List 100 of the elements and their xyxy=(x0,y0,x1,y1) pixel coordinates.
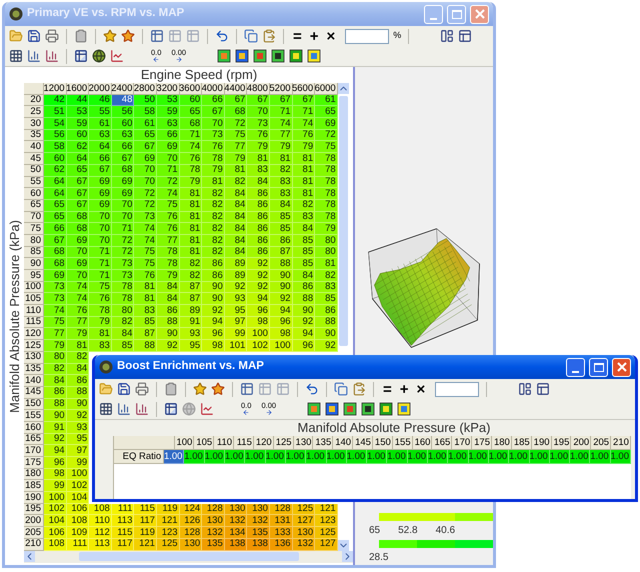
table-cell[interactable]: 132 xyxy=(247,515,270,528)
table-cell[interactable]: 86 xyxy=(66,375,90,387)
heatmap-icon[interactable] xyxy=(235,49,250,63)
table-cell[interactable]: 64 xyxy=(44,188,67,200)
table-cell[interactable]: 92 xyxy=(66,410,90,422)
operator-button[interactable]: × xyxy=(324,28,338,44)
table-cell[interactable]: 109 xyxy=(66,527,90,539)
table-cell[interactable]: 75 xyxy=(134,246,157,258)
table-cell[interactable]: 70 xyxy=(202,118,225,130)
table-cell[interactable]: 84 xyxy=(292,223,316,235)
printer-icon[interactable] xyxy=(135,382,149,396)
table-cell[interactable]: 76 xyxy=(66,305,90,317)
table-cell[interactable]: 90 xyxy=(202,293,225,306)
table-cell[interactable]: 1.00 xyxy=(204,450,226,464)
table-cell[interactable]: 90 xyxy=(44,410,67,422)
table-cell[interactable]: 119 xyxy=(156,504,180,516)
table-cell[interactable]: 113 xyxy=(112,515,134,528)
table-cell[interactable]: 63 xyxy=(156,118,180,130)
table-cell[interactable]: 86 xyxy=(202,258,225,270)
table-cell[interactable]: 98 xyxy=(44,468,67,480)
table-cell[interactable]: 127 xyxy=(315,538,338,550)
save-icon[interactable] xyxy=(117,382,131,396)
operator-button[interactable]: = xyxy=(291,28,304,44)
table-icon[interactable] xyxy=(150,29,164,43)
heatmap-icon[interactable] xyxy=(343,402,358,416)
table-cell[interactable]: 68 xyxy=(44,246,67,258)
table-cell[interactable]: 64 xyxy=(89,141,112,154)
table-cell[interactable]: 65 xyxy=(134,130,157,142)
table-cell[interactable]: 80 xyxy=(315,234,338,247)
table-cell[interactable]: 84 xyxy=(224,223,248,235)
table-cell[interactable]: 84 xyxy=(292,270,316,282)
table-cell[interactable]: 123 xyxy=(156,527,180,539)
table-cell[interactable]: 85 xyxy=(292,258,316,270)
table-cell[interactable]: 92 xyxy=(270,293,293,306)
table-cell[interactable]: 128 xyxy=(202,504,225,516)
table-cell[interactable]: 1.00 xyxy=(326,450,347,464)
table-cell[interactable]: 1.00 xyxy=(306,450,327,464)
frame-icon[interactable] xyxy=(271,49,286,63)
table-cell[interactable]: 88 xyxy=(44,398,67,410)
table-cell[interactable]: 72 xyxy=(224,118,248,130)
heatmap-icon[interactable] xyxy=(307,402,322,416)
table-cell[interactable]: 86 xyxy=(315,305,338,317)
window-layout-icon[interactable] xyxy=(518,382,532,396)
table-cell[interactable]: 67 xyxy=(134,141,157,154)
table-cell[interactable]: 55 xyxy=(89,106,112,118)
table-cell[interactable]: 96 xyxy=(247,305,270,317)
table-cell[interactable]: 84 xyxy=(156,293,180,306)
undo-icon[interactable] xyxy=(215,29,229,43)
table-cell[interactable]: 79 xyxy=(292,141,316,154)
table-cell[interactable]: 72 xyxy=(134,188,157,200)
table-cell[interactable]: 83 xyxy=(247,164,270,176)
table-cell[interactable]: 68 xyxy=(224,106,248,118)
table-cell[interactable]: 95 xyxy=(224,305,248,317)
table-cell[interactable]: 73 xyxy=(202,130,225,142)
table-cell[interactable]: 86 xyxy=(156,305,180,317)
table-cell[interactable]: 58 xyxy=(134,106,157,118)
table-cell[interactable]: 61 xyxy=(134,118,157,130)
table-cell[interactable]: 102 xyxy=(66,480,90,492)
table-cell[interactable]: 87 xyxy=(134,328,157,340)
table-cell[interactable]: 73 xyxy=(112,270,134,282)
table-cell[interactable]: 83 xyxy=(134,305,157,317)
table-cell[interactable]: 68 xyxy=(66,223,90,235)
table-cell[interactable]: 1.00 xyxy=(346,450,368,464)
paste-icon[interactable] xyxy=(262,29,276,43)
gradient-box-icon[interactable] xyxy=(397,402,412,416)
table-cell[interactable]: 75 xyxy=(315,141,338,154)
table-cell[interactable]: 73 xyxy=(44,293,67,306)
table-cell[interactable]: 132 xyxy=(202,527,225,539)
table-cell[interactable]: 90 xyxy=(202,282,225,294)
table-cell[interactable]: 1.00 xyxy=(530,450,550,464)
table-cell[interactable]: 78 xyxy=(315,188,338,200)
table-cell[interactable]: 1.00 xyxy=(245,450,266,464)
table-cell[interactable]: 91 xyxy=(44,422,67,434)
copy-icon[interactable] xyxy=(244,29,258,43)
table-icon[interactable] xyxy=(164,402,178,416)
table-cell[interactable]: 76 xyxy=(156,223,180,235)
save-icon[interactable] xyxy=(27,29,41,43)
table-cell[interactable]: 108 xyxy=(44,538,67,550)
table-cell[interactable]: 1.00 xyxy=(570,450,590,464)
table-cell[interactable]: 92 xyxy=(247,258,270,270)
table-cell[interactable]: 79 xyxy=(44,340,67,352)
table-cell[interactable]: 70 xyxy=(134,164,157,176)
grid-icon[interactable] xyxy=(9,49,23,63)
table-cell[interactable]: 86 xyxy=(247,234,270,247)
table-cell[interactable]: 62 xyxy=(66,141,90,154)
table-cell[interactable]: 92 xyxy=(315,340,338,352)
table-cell[interactable]: 64 xyxy=(44,176,67,188)
star-icon[interactable] xyxy=(121,29,135,43)
table-cell[interactable]: 99 xyxy=(66,457,90,469)
frame-icon[interactable] xyxy=(361,402,376,416)
table-cell[interactable]: 110 xyxy=(89,515,112,528)
table-cell[interactable]: 130 xyxy=(292,527,316,539)
table-cell[interactable]: 80 xyxy=(44,352,67,364)
close-button[interactable] xyxy=(612,358,631,376)
close-icon[interactable] xyxy=(616,362,626,372)
table-cell[interactable]: 78 xyxy=(89,305,112,317)
table-cell[interactable]: 82 xyxy=(202,188,225,200)
table-cell[interactable]: 84 xyxy=(112,328,134,340)
table-cell[interactable]: 79 xyxy=(315,223,338,235)
table-cell[interactable]: 66 xyxy=(89,153,112,165)
